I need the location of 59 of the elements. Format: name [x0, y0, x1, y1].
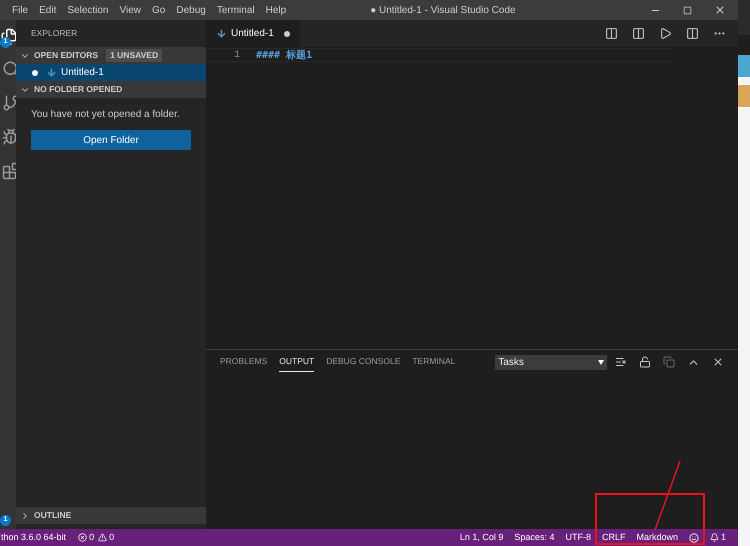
status-item[interactable]: CRLF [602, 530, 626, 544]
menu-item[interactable]: Debug [176, 2, 206, 18]
problems-indicator[interactable]: 0 0 [78, 530, 114, 544]
editor-tab[interactable]: Untitled-1 [206, 20, 300, 47]
section-header[interactable]: OPEN EDITORS 1 UNSAVED [16, 47, 206, 64]
panel-tab[interactable]: TERMINAL [412, 352, 456, 372]
sidebar-title: EXPLORER [30, 27, 78, 40]
file-name: Untitled-1 [61, 66, 104, 80]
search-icon[interactable] [2, 60, 16, 78]
close-panel-icon[interactable] [712, 356, 724, 368]
status-item[interactable]: Ln 1, Col 9 [460, 530, 504, 544]
unlock-icon[interactable] [639, 356, 651, 368]
panel-tab[interactable]: OUTPUT [279, 352, 314, 372]
annotation-line [652, 460, 682, 532]
menu-item[interactable]: Selection [67, 2, 108, 18]
section-header[interactable]: OUTLINE [16, 507, 206, 524]
menu-item[interactable]: Terminal [216, 2, 255, 18]
run-icon[interactable] [659, 27, 672, 40]
menu-item[interactable]: View [120, 2, 141, 18]
section-title: NO FOLDER OPENED [34, 83, 122, 96]
bell-icon [710, 533, 719, 542]
panel-tab[interactable]: PROBLEMS [220, 352, 268, 372]
section-title: OUTLINE [34, 509, 72, 522]
python-interpreter[interactable]: thon 3.6.0 64-bit [1, 530, 66, 544]
status-item[interactable]: Markdown [636, 530, 678, 544]
output-channel-dropdown[interactable]: Tasks [495, 354, 608, 370]
window-title: ● Untitled-1 - Visual Studio Code [370, 4, 516, 18]
line-number: 1 [232, 48, 240, 62]
menu-item[interactable]: Edit [39, 2, 56, 18]
dropdown-arrow-icon [598, 360, 604, 364]
files-icon[interactable] [0, 28, 16, 46]
open-editor-item[interactable]: Untitled-1 [16, 64, 206, 81]
tab-label: Untitled-1 [231, 27, 274, 41]
status-item[interactable]: Spaces: 4 [514, 530, 554, 544]
branch-icon[interactable] [2, 94, 16, 112]
section-header[interactable]: NO FOLDER OPENED [16, 81, 206, 98]
extensions-icon[interactable] [2, 162, 16, 180]
unsaved-count: 1 UNSAVED [106, 49, 162, 62]
error-icon [78, 533, 88, 542]
open-folder-button[interactable]: Open Folder [31, 130, 191, 150]
split-editor-icon[interactable] [686, 27, 699, 40]
feedback-icon[interactable] [688, 532, 699, 542]
markdown-file-icon [216, 28, 227, 39]
notifications-indicator[interactable]: 1 [710, 530, 726, 544]
markdown-file-icon [46, 67, 57, 78]
panel-tab[interactable]: DEBUG CONSOLE [326, 352, 400, 372]
close-icon[interactable] [714, 4, 726, 16]
copy-icon[interactable] [663, 356, 675, 368]
bug-icon[interactable] [2, 128, 16, 146]
no-folder-message: You have not yet opened a folder. [31, 108, 181, 122]
menu-item[interactable]: Go [152, 2, 166, 18]
section-title: OPEN EDITORS [34, 49, 98, 62]
warning-icon [98, 533, 108, 542]
status-item[interactable]: UTF-8 [565, 530, 591, 544]
code-line: #### 标题1 [256, 48, 312, 62]
menu-item[interactable]: File [12, 2, 28, 18]
clear-output-icon[interactable] [615, 356, 627, 368]
maximize-icon[interactable] [683, 6, 692, 14]
menu-item[interactable]: Help [266, 2, 286, 18]
